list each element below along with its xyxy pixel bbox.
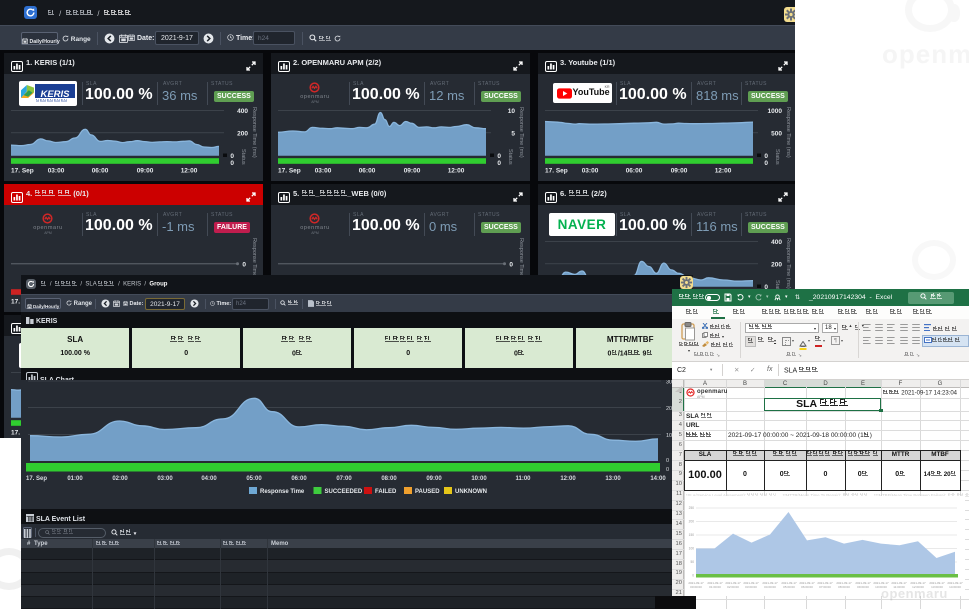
svg-text:01:00:00: 01:00:00 xyxy=(709,585,721,589)
svg-text:09:00: 09:00 xyxy=(426,476,442,482)
svg-text:04:00:00: 04:00:00 xyxy=(764,585,776,589)
svg-text:14:00: 14:00 xyxy=(650,476,666,482)
svg-text:08:00:00: 08:00:00 xyxy=(838,585,850,589)
svg-text:0: 0 xyxy=(497,160,501,167)
svg-text:12:00: 12:00 xyxy=(181,168,198,175)
svg-text:05:00:00: 05:00:00 xyxy=(783,585,795,589)
svg-text:0: 0 xyxy=(509,261,513,268)
svg-text:Status: Status xyxy=(240,149,246,165)
svg-text:17. Sep: 17. Sep xyxy=(278,168,301,175)
svg-text:Response Time (ms): Response Time (ms) xyxy=(518,107,524,158)
svg-text:Status: Status xyxy=(507,149,513,165)
svg-text:0: 0 xyxy=(692,573,694,577)
svg-text:05:00: 05:00 xyxy=(246,476,262,482)
svg-text:17. Sep: 17. Sep xyxy=(545,168,568,175)
svg-text:200: 200 xyxy=(689,519,695,523)
svg-text:06:00: 06:00 xyxy=(626,168,643,175)
svg-text:07:00:00: 07:00:00 xyxy=(819,585,831,589)
svg-text:Response Time: Response Time xyxy=(260,489,305,495)
svg-text:Response Time (ms): Response Time (ms) xyxy=(251,107,257,158)
svg-text:12:00: 12:00 xyxy=(715,168,732,175)
svg-text:150: 150 xyxy=(689,533,695,537)
svg-text:0: 0 xyxy=(764,160,768,167)
svg-text:12:00: 12:00 xyxy=(448,168,465,175)
svg-text:5: 5 xyxy=(511,130,515,137)
svg-text:12:00: 12:00 xyxy=(560,476,576,482)
svg-text:00:00:00: 00:00:00 xyxy=(690,585,702,589)
svg-text:02:00:00: 02:00:00 xyxy=(727,585,739,589)
svg-text:03:00: 03:00 xyxy=(582,168,599,175)
svg-text:03:00:00: 03:00:00 xyxy=(745,585,757,589)
svg-text:03:00: 03:00 xyxy=(157,476,173,482)
svg-text:UNKNOWN: UNKNOWN xyxy=(455,489,487,495)
svg-text:10:00: 10:00 xyxy=(471,476,487,482)
svg-text:400: 400 xyxy=(237,108,248,115)
svg-text:Response Time (ms): Response Time (ms) xyxy=(785,107,791,158)
svg-text:06:00: 06:00 xyxy=(291,476,307,482)
svg-text:SUCCEEDED: SUCCEEDED xyxy=(325,489,363,495)
svg-text:250: 250 xyxy=(689,506,695,510)
svg-text:PAUSED: PAUSED xyxy=(415,489,440,495)
svg-text:10: 10 xyxy=(508,108,516,115)
svg-text:0: 0 xyxy=(242,261,246,268)
svg-text:03:00: 03:00 xyxy=(48,168,65,175)
svg-text:50: 50 xyxy=(690,560,694,564)
svg-text:07:00: 07:00 xyxy=(336,476,352,482)
svg-text:0: 0 xyxy=(230,153,234,160)
svg-text:0: 0 xyxy=(666,458,669,464)
svg-text:500: 500 xyxy=(771,130,782,137)
svg-text:200: 200 xyxy=(771,261,782,268)
svg-text:13:00: 13:00 xyxy=(605,476,621,482)
svg-text:03:00: 03:00 xyxy=(315,168,332,175)
svg-text:Status: Status xyxy=(774,149,780,165)
svg-text:09:00:00: 09:00:00 xyxy=(857,585,869,589)
svg-text:0: 0 xyxy=(497,153,501,160)
svg-text:02:00: 02:00 xyxy=(112,476,128,482)
svg-text:09:00: 09:00 xyxy=(404,168,421,175)
svg-text:0: 0 xyxy=(666,467,669,473)
svg-text:09:00: 09:00 xyxy=(671,168,688,175)
svg-text:04:00: 04:00 xyxy=(201,476,217,482)
svg-text:08:00: 08:00 xyxy=(381,476,397,482)
svg-text:0: 0 xyxy=(764,153,768,160)
svg-text:200: 200 xyxy=(237,130,248,137)
svg-text:06:00:00: 06:00:00 xyxy=(801,585,813,589)
svg-text:17. Sep: 17. Sep xyxy=(11,168,34,175)
svg-text:06:00: 06:00 xyxy=(359,168,376,175)
svg-text:09:00: 09:00 xyxy=(137,168,154,175)
svg-text:01:00: 01:00 xyxy=(67,476,83,482)
svg-text:17. Sep: 17. Sep xyxy=(26,476,47,482)
svg-text:1000: 1000 xyxy=(768,108,783,115)
svg-text:400: 400 xyxy=(771,239,782,246)
svg-text:100: 100 xyxy=(689,546,695,550)
svg-text:FAILED: FAILED xyxy=(375,489,397,495)
svg-text:11:00: 11:00 xyxy=(515,476,531,482)
svg-text:Response Time (ms): Response Time (ms) xyxy=(785,238,791,289)
svg-text:0: 0 xyxy=(230,160,234,167)
svg-text:06:00: 06:00 xyxy=(92,168,109,175)
svg-text:14:00:00: 14:00:00 xyxy=(949,585,961,589)
